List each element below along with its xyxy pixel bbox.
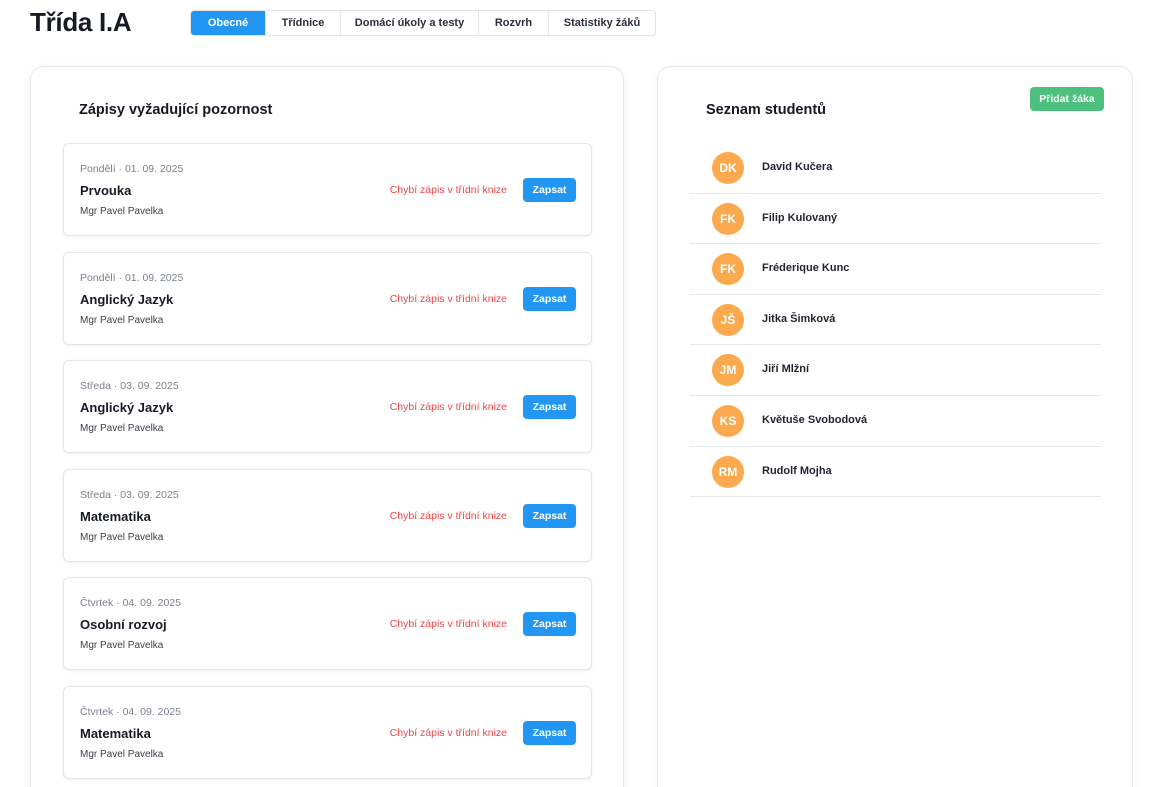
students-list: DK David Kučera FK Filip Kulovaný FK Fré… [690,143,1101,498]
entry-warning: Chybí zápis v třídní knize [389,292,507,305]
entry-warning: Chybí zápis v třídní knize [389,726,507,739]
entry-subject: Prvouka [80,183,132,198]
student-name: Filip Kulovaný [762,211,838,224]
entry-card: Pondělí · 01. 09. 2025 Prvouka Mgr Pavel… [63,143,592,236]
entry-teacher: Mgr Pavel Pavelka [80,640,164,651]
entries-list: Pondělí · 01. 09. 2025 Prvouka Mgr Pavel… [63,143,592,787]
tab-tridnice[interactable]: Třídnice [266,11,341,35]
entry-date: Čtvrtek · 04. 09. 2025 [80,597,181,609]
student-name: Fréderique Kunc [762,262,850,275]
tab-statistiky[interactable]: Statistiky žáků [549,11,655,35]
add-student-button[interactable]: Přidat žáka [1030,87,1104,111]
avatar: KS [712,404,744,437]
entry-teacher: Mgr Pavel Pavelka [80,206,164,217]
avatar: RM [712,455,744,488]
entry-warning: Chybí zápis v třídní knize [389,618,507,630]
entry-subject: Matematika [80,508,151,524]
student-row[interactable]: DK David Kučera [690,143,1101,194]
entry-teacher: Mgr Pavel Pavelka [80,531,164,543]
student-row[interactable]: RM Rudolf Mojha [690,447,1101,498]
entry-subject: Anglický Jazyk [80,291,174,307]
student-name: Jitka Šimková [762,312,836,325]
tab-bar: Obecné Třídnice Domácí úkoly a testy Roz… [190,10,656,36]
student-row[interactable]: FK Filip Kulovaný [690,194,1101,245]
entry-date: Středa · 03. 09. 2025 [80,488,179,501]
entry-subject: Matematika [80,725,151,741]
student-row[interactable]: JŠ Jitka Šimková [690,295,1101,346]
avatar: JŠ [712,303,744,336]
students-panel: Seznam studentů Přidat žáka DK David Kuč… [657,66,1133,787]
entry-teacher: Mgr Pavel Pavelka [80,314,164,326]
entry-card: Čtvrtek · 04. 09. 2025 Matematika Mgr Pa… [63,685,592,779]
entry-date: Pondělí · 01. 09. 2025 [80,163,184,175]
student-row[interactable]: FK Fréderique Kunc [690,244,1101,295]
entry-warning: Chybí zápis v třídní knize [389,184,507,196]
entries-panel: Zápisy vyžadující pozornost Pondělí · 01… [30,66,624,787]
entry-date: Pondělí · 01. 09. 2025 [80,271,184,284]
entry-card: Středa · 03. 09. 2025 Matematika Mgr Pav… [63,468,592,562]
entry-teacher: Mgr Pavel Pavelka [80,423,164,434]
student-name: David Kučera [762,161,833,173]
student-name: Rudolf Mojha [762,464,832,477]
entry-warning: Chybí zápis v třídní knize [389,401,507,413]
avatar: DK [712,152,744,184]
entry-teacher: Mgr Pavel Pavelka [80,748,164,760]
zapsat-button[interactable]: Zapsat [523,612,576,636]
entry-date: Středa · 03. 09. 2025 [80,380,179,392]
entry-card: Pondělí · 01. 09. 2025 Anglický Jazyk Mg… [63,251,592,345]
zapsat-button[interactable]: Zapsat [523,503,576,528]
entries-panel-heading: Zápisy vyžadující pozornost [79,102,273,118]
avatar: FK [712,202,744,235]
avatar: FK [712,253,744,286]
entry-card: Středa · 03. 09. 2025 Anglický Jazyk Mgr… [63,360,592,453]
entry-warning: Chybí zápis v třídní knize [389,509,507,522]
entry-subject: Anglický Jazyk [80,400,174,415]
student-name: Jiří Mlžní [762,363,810,376]
tab-rozvrh[interactable]: Rozvrh [479,11,549,35]
student-row[interactable]: JM Jiří Mlžní [690,345,1101,396]
tab-obecne[interactable]: Obecné [191,11,266,35]
zapsat-button[interactable]: Zapsat [523,395,576,419]
zapsat-button[interactable]: Zapsat [523,178,576,202]
students-panel-heading: Seznam studentů [706,102,827,118]
zapsat-button[interactable]: Zapsat [523,720,576,745]
zapsat-button[interactable]: Zapsat [523,286,576,311]
entry-date: Čtvrtek · 04. 09. 2025 [80,705,181,718]
page-title: Třída I.A [30,7,132,37]
student-name: Květuše Svobodová [762,413,868,426]
student-row[interactable]: KS Květuše Svobodová [690,396,1101,447]
entry-card: Čtvrtek · 04. 09. 2025 Osobní rozvoj Mgr… [63,577,592,670]
entry-subject: Osobní rozvoj [80,617,167,632]
tab-domaci-ukoly[interactable]: Domácí úkoly a testy [341,11,479,35]
avatar: JM [712,354,744,387]
